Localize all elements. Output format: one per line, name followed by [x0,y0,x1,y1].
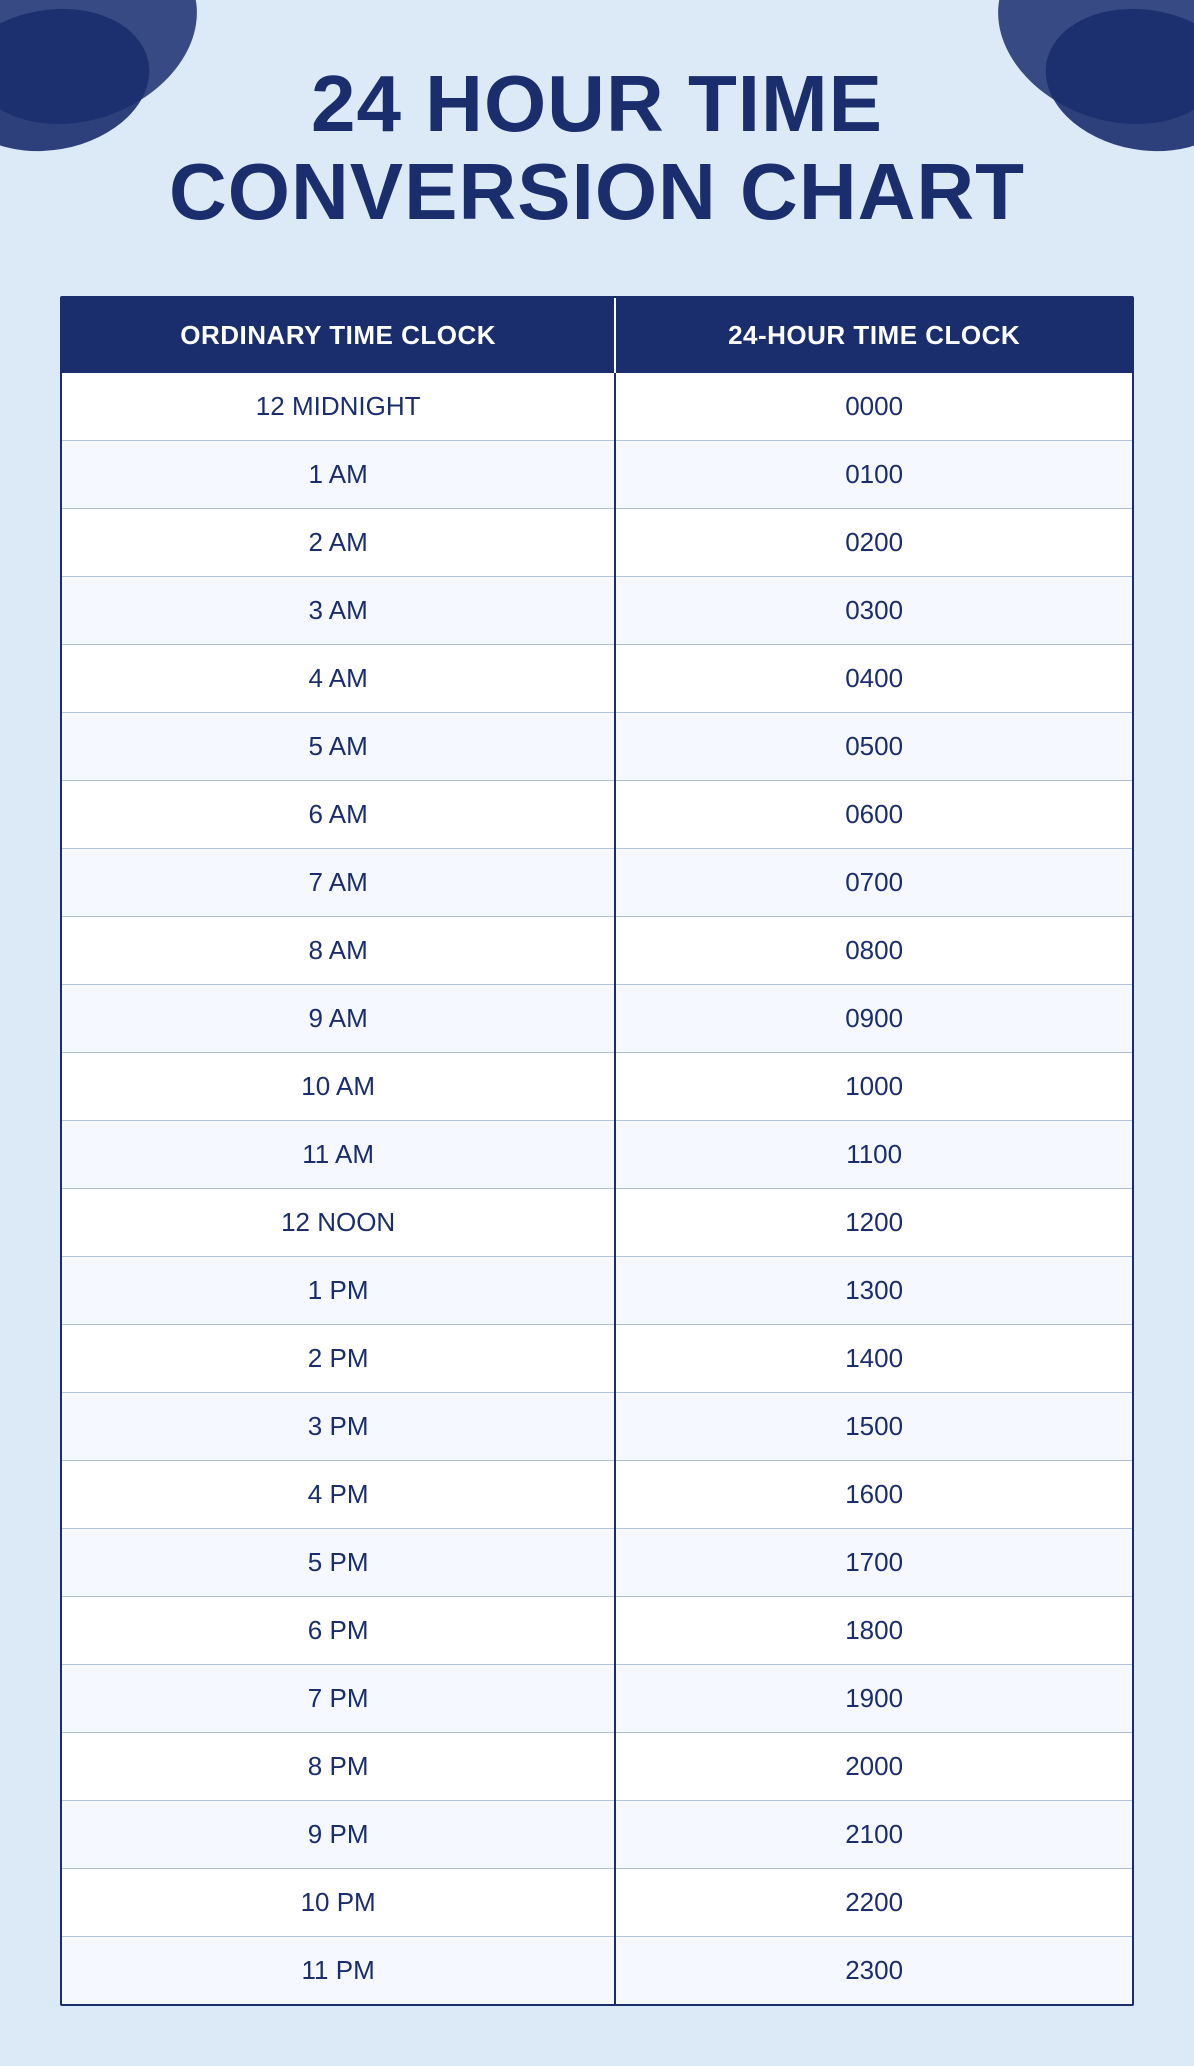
military-time-cell: 1600 [615,1461,1132,1529]
table-row: 4 AM0400 [62,645,1132,713]
table-row: 1 PM1300 [62,1257,1132,1325]
col-header-ordinary: ORDINARY TIME CLOCK [62,298,615,373]
title-line2: CONVERSION CHART [169,147,1025,236]
ordinary-time-cell: 5 PM [62,1529,615,1597]
military-time-cell: 2100 [615,1801,1132,1869]
military-time-cell: 2000 [615,1733,1132,1801]
ordinary-time-cell: 2 AM [62,509,615,577]
ordinary-time-cell: 9 PM [62,1801,615,1869]
ordinary-time-cell: 11 PM [62,1937,615,2005]
table-row: 8 AM0800 [62,917,1132,985]
military-time-cell: 0400 [615,645,1132,713]
military-time-cell: 0100 [615,441,1132,509]
conversion-table: ORDINARY TIME CLOCK 24-HOUR TIME CLOCK 1… [62,298,1132,2004]
military-time-cell: 0500 [615,713,1132,781]
ordinary-time-cell: 5 AM [62,713,615,781]
military-time-cell: 0200 [615,509,1132,577]
military-time-cell: 1800 [615,1597,1132,1665]
military-time-cell: 1900 [615,1665,1132,1733]
military-time-cell: 2200 [615,1869,1132,1937]
military-time-cell: 2300 [615,1937,1132,2005]
ordinary-time-cell: 10 PM [62,1869,615,1937]
ordinary-time-cell: 2 PM [62,1325,615,1393]
table-row: 5 PM1700 [62,1529,1132,1597]
table-row: 7 AM0700 [62,849,1132,917]
table-row: 7 PM1900 [62,1665,1132,1733]
military-time-cell: 1700 [615,1529,1132,1597]
conversion-table-container: ORDINARY TIME CLOCK 24-HOUR TIME CLOCK 1… [60,296,1134,2006]
table-row: 1 AM0100 [62,441,1132,509]
military-time-cell: 0800 [615,917,1132,985]
table-row: 2 PM1400 [62,1325,1132,1393]
military-time-cell: 1500 [615,1393,1132,1461]
military-time-cell: 0300 [615,577,1132,645]
military-time-cell: 0600 [615,781,1132,849]
military-time-cell: 1300 [615,1257,1132,1325]
table-row: 2 AM0200 [62,509,1132,577]
table-row: 6 PM1800 [62,1597,1132,1665]
ordinary-time-cell: 6 AM [62,781,615,849]
ordinary-time-cell: 3 AM [62,577,615,645]
table-row: 10 PM2200 [62,1869,1132,1937]
ordinary-time-cell: 8 AM [62,917,615,985]
table-row: 10 AM1000 [62,1053,1132,1121]
ordinary-time-cell: 12 NOON [62,1189,615,1257]
table-row: 3 PM1500 [62,1393,1132,1461]
ordinary-time-cell: 4 AM [62,645,615,713]
military-time-cell: 1400 [615,1325,1132,1393]
military-time-cell: 1100 [615,1121,1132,1189]
table-row: 9 AM0900 [62,985,1132,1053]
ordinary-time-cell: 6 PM [62,1597,615,1665]
ordinary-time-cell: 1 AM [62,441,615,509]
ordinary-time-cell: 11 AM [62,1121,615,1189]
title-line1: 24 HOUR TIME [311,59,883,148]
ordinary-time-cell: 4 PM [62,1461,615,1529]
table-row: 5 AM0500 [62,713,1132,781]
military-time-cell: 0700 [615,849,1132,917]
table-row: 6 AM0600 [62,781,1132,849]
table-row: 11 PM2300 [62,1937,1132,2005]
page-title: 24 HOUR TIME CONVERSION CHART [0,0,1194,276]
military-time-cell: 0900 [615,985,1132,1053]
ordinary-time-cell: 3 PM [62,1393,615,1461]
table-row: 12 NOON1200 [62,1189,1132,1257]
col-header-military: 24-HOUR TIME CLOCK [615,298,1132,373]
ordinary-time-cell: 7 PM [62,1665,615,1733]
military-time-cell: 1200 [615,1189,1132,1257]
table-row: 11 AM1100 [62,1121,1132,1189]
table-header-row: ORDINARY TIME CLOCK 24-HOUR TIME CLOCK [62,298,1132,373]
military-time-cell: 0000 [615,373,1132,441]
table-body: 12 MIDNIGHT00001 AM01002 AM02003 AM03004… [62,373,1132,2004]
ordinary-time-cell: 7 AM [62,849,615,917]
ordinary-time-cell: 10 AM [62,1053,615,1121]
table-row: 4 PM1600 [62,1461,1132,1529]
military-time-cell: 1000 [615,1053,1132,1121]
ordinary-time-cell: 9 AM [62,985,615,1053]
table-row: 9 PM2100 [62,1801,1132,1869]
ordinary-time-cell: 8 PM [62,1733,615,1801]
table-row: 8 PM2000 [62,1733,1132,1801]
ordinary-time-cell: 12 MIDNIGHT [62,373,615,441]
table-row: 3 AM0300 [62,577,1132,645]
ordinary-time-cell: 1 PM [62,1257,615,1325]
table-row: 12 MIDNIGHT0000 [62,373,1132,441]
